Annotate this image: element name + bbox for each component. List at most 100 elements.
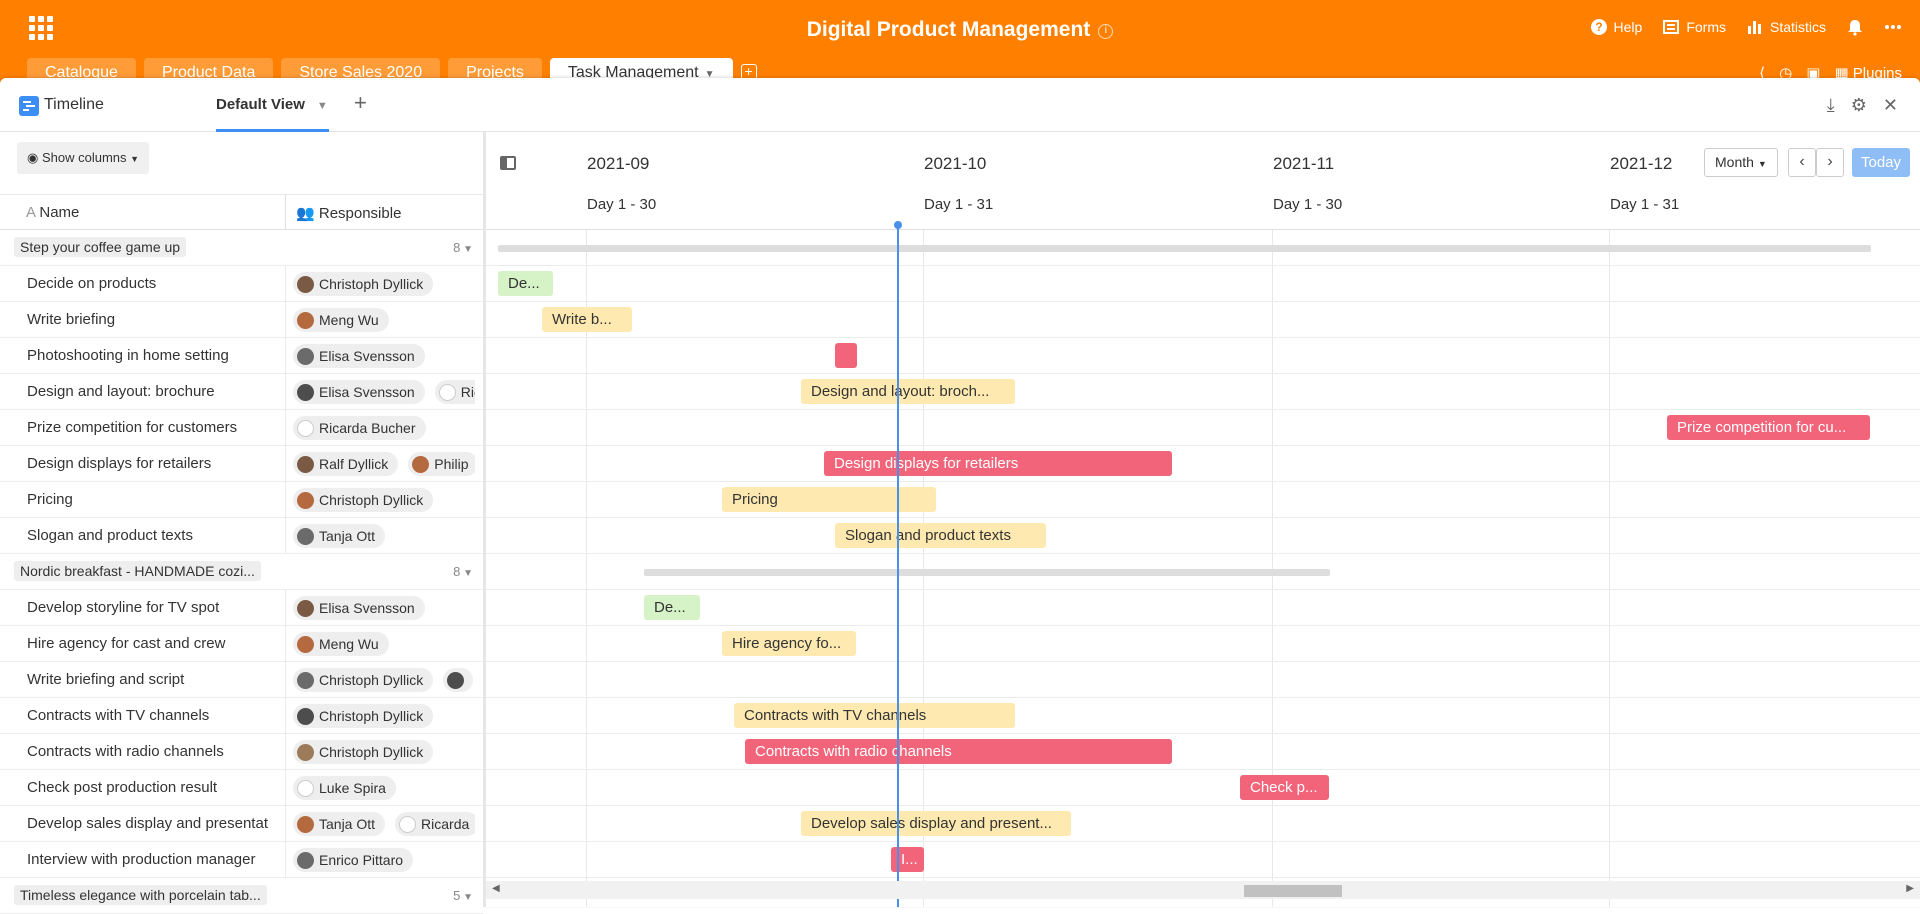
record-row[interactable]: Write briefing Meng Wu [0,302,483,338]
scroll-left-arrow-icon[interactable]: ◀ [492,883,500,894]
record-row[interactable]: Pricing Christoph Dyllick [0,482,483,518]
responsible-cell[interactable]: Christoph Dyllick [293,740,475,764]
chevron-down-icon[interactable]: ▼ [317,100,328,112]
record-row[interactable]: Interview with production manager Enrico … [0,842,483,878]
record-row[interactable]: Contracts with TV channels Christoph Dyll… [0,698,483,734]
record-row[interactable]: Develop sales display and presentat Tanja… [0,806,483,842]
person-chip[interactable]: Tanja Ott [293,524,386,548]
task-bar[interactable]: Write b... [542,307,632,332]
responsible-cell[interactable]: Meng Wu [293,308,475,332]
person-chip[interactable]: Tanja Ott [293,812,386,836]
column-header-responsible[interactable]: 👥 Responsible [296,204,401,222]
task-bar[interactable]: Check p... [1240,775,1329,800]
next-period-button[interactable]: › [1816,148,1844,177]
group-row[interactable]: Step your coffee game up 8 ▼ [0,230,483,266]
person-chip[interactable]: Meng Wu [293,632,389,656]
task-bar[interactable]: Slogan and product texts [835,523,1046,548]
more-menu-button[interactable] [1884,18,1902,36]
show-columns-button[interactable]: ◉ Show columns ▼ [17,142,150,174]
responsible-cell[interactable]: Elisa Svensson [293,344,475,368]
task-bar[interactable] [835,343,857,368]
chevron-down-icon[interactable]: ▼ [460,568,473,579]
record-row[interactable]: Hire agency for cast and crew Meng Wu [0,626,483,662]
person-chip[interactable]: Ricarda Bucher [293,416,426,440]
responsible-cell[interactable]: Tanja Ott [293,524,475,548]
task-bar[interactable]: Contracts with radio channels [745,739,1172,764]
responsible-cell[interactable]: Elisa Svensson [293,596,475,620]
prev-period-button[interactable]: ‹ [1788,148,1816,177]
group-row[interactable]: Nordic breakfast - HANDMADE cozi... 8 ▼ [0,554,483,590]
responsible-cell[interactable]: Christoph Dyllick [293,668,475,692]
responsible-cell[interactable]: Ricarda Bucher [293,416,475,440]
person-chip[interactable]: Ralf Dyllick [293,452,399,476]
person-chip[interactable]: Philip [408,452,475,476]
scrollbar-thumb[interactable] [1244,885,1342,897]
person-chip[interactable]: Ricarda [395,812,475,836]
info-icon[interactable]: i [1098,24,1114,39]
horizontal-scrollbar[interactable]: ◀ ▶ [486,881,1920,899]
column-header-name[interactable]: A Name [26,204,79,221]
person-chip[interactable]: Enrico Pittaro [293,848,414,872]
task-bar[interactable]: Design and layout: broch... [801,379,1015,404]
column-divider[interactable] [285,195,286,231]
chevron-down-icon[interactable]: ▼ [460,244,473,255]
zoom-select[interactable]: Month ▼ [1704,148,1778,177]
forms-button[interactable]: Forms [1662,18,1726,36]
person-chip[interactable]: Christoph Dyllick [293,704,434,728]
responsible-cell[interactable]: Christoph Dyllick [293,488,475,512]
collapse-sidebar-icon[interactable] [500,156,516,170]
responsible-cell[interactable]: Ralf Dyllick Philip [293,452,475,476]
responsible-cell[interactable]: Meng Wu [293,632,475,656]
task-bar[interactable]: Hire agency fo... [722,631,856,656]
add-view-button[interactable]: + [354,90,367,116]
record-row[interactable]: Develop storyline for TV spot Elisa Svens… [0,590,483,626]
download-icon[interactable]: ⤓ [1827,95,1835,116]
responsible-cell[interactable]: Luke Spira [293,776,475,800]
help-button[interactable]: ? Help [1590,18,1642,36]
person-chip[interactable]: Christoph Dyllick [293,488,434,512]
person-chip[interactable]: Elisa Svensson [293,596,425,620]
person-chip[interactable] [443,668,474,692]
record-row[interactable]: Slogan and product texts Tanja Ott [0,518,483,554]
person-chip[interactable]: Elisa Svensson [293,344,425,368]
group-count[interactable]: 8 ▼ [453,564,473,579]
person-chip[interactable]: Ric [434,380,475,404]
record-row[interactable]: Check post production result Luke Spira [0,770,483,806]
task-bar[interactable]: Pricing [722,487,936,512]
chevron-down-icon[interactable]: ▼ [460,892,473,903]
group-row[interactable]: Timeless elegance with porcelain tab... 5… [0,878,483,914]
task-bar[interactable]: De... [644,595,700,620]
responsible-cell[interactable]: Elisa Svensson Ric [293,380,475,404]
statistics-button[interactable]: Statistics [1746,18,1826,36]
today-button[interactable]: Today [1852,148,1910,177]
task-bar[interactable]: Design displays for retailers [824,451,1172,476]
responsible-cell[interactable]: Enrico Pittaro [293,848,475,872]
settings-gear-icon[interactable]: ⚙ [1851,95,1867,116]
person-chip[interactable]: Meng Wu [293,308,389,332]
group-count[interactable]: 5 ▼ [453,888,473,903]
person-chip[interactable]: Christoph Dyllick [293,272,434,296]
group-count[interactable]: 8 ▼ [453,240,473,255]
responsible-cell[interactable]: Christoph Dyllick [293,272,475,296]
responsible-cell[interactable]: Tanja Ott Ricarda [293,812,475,836]
task-bar[interactable]: Prize competition for cu... [1667,415,1870,440]
task-bar[interactable]: I... [891,847,924,872]
record-row[interactable]: Photoshooting in home setting Elisa Svens… [0,338,483,374]
scroll-right-arrow-icon[interactable]: ▶ [1906,883,1914,894]
person-chip[interactable]: Christoph Dyllick [293,668,434,692]
responsible-cell[interactable]: Christoph Dyllick [293,704,475,728]
record-row[interactable]: Prize competition for customers Ricarda B… [0,410,483,446]
view-tab-default[interactable]: Default View ▼ [216,96,328,113]
person-chip[interactable]: Elisa Svensson [293,380,425,404]
task-bar[interactable]: Contracts with TV channels [734,703,1015,728]
notifications-button[interactable] [1846,18,1864,36]
record-row[interactable]: Decide on products Christoph Dyllick [0,266,483,302]
person-chip[interactable]: Christoph Dyllick [293,740,434,764]
record-row[interactable]: Contracts with radio channels Christoph D… [0,734,483,770]
person-chip[interactable]: Luke Spira [293,776,396,800]
record-row[interactable]: Write briefing and script Christoph Dylli… [0,662,483,698]
task-bar[interactable]: De... [498,271,553,296]
close-icon[interactable]: ✕ [1883,95,1898,116]
record-row[interactable]: Design displays for retailers Ralf Dyllic… [0,446,483,482]
task-bar[interactable]: Develop sales display and present... [801,811,1071,836]
